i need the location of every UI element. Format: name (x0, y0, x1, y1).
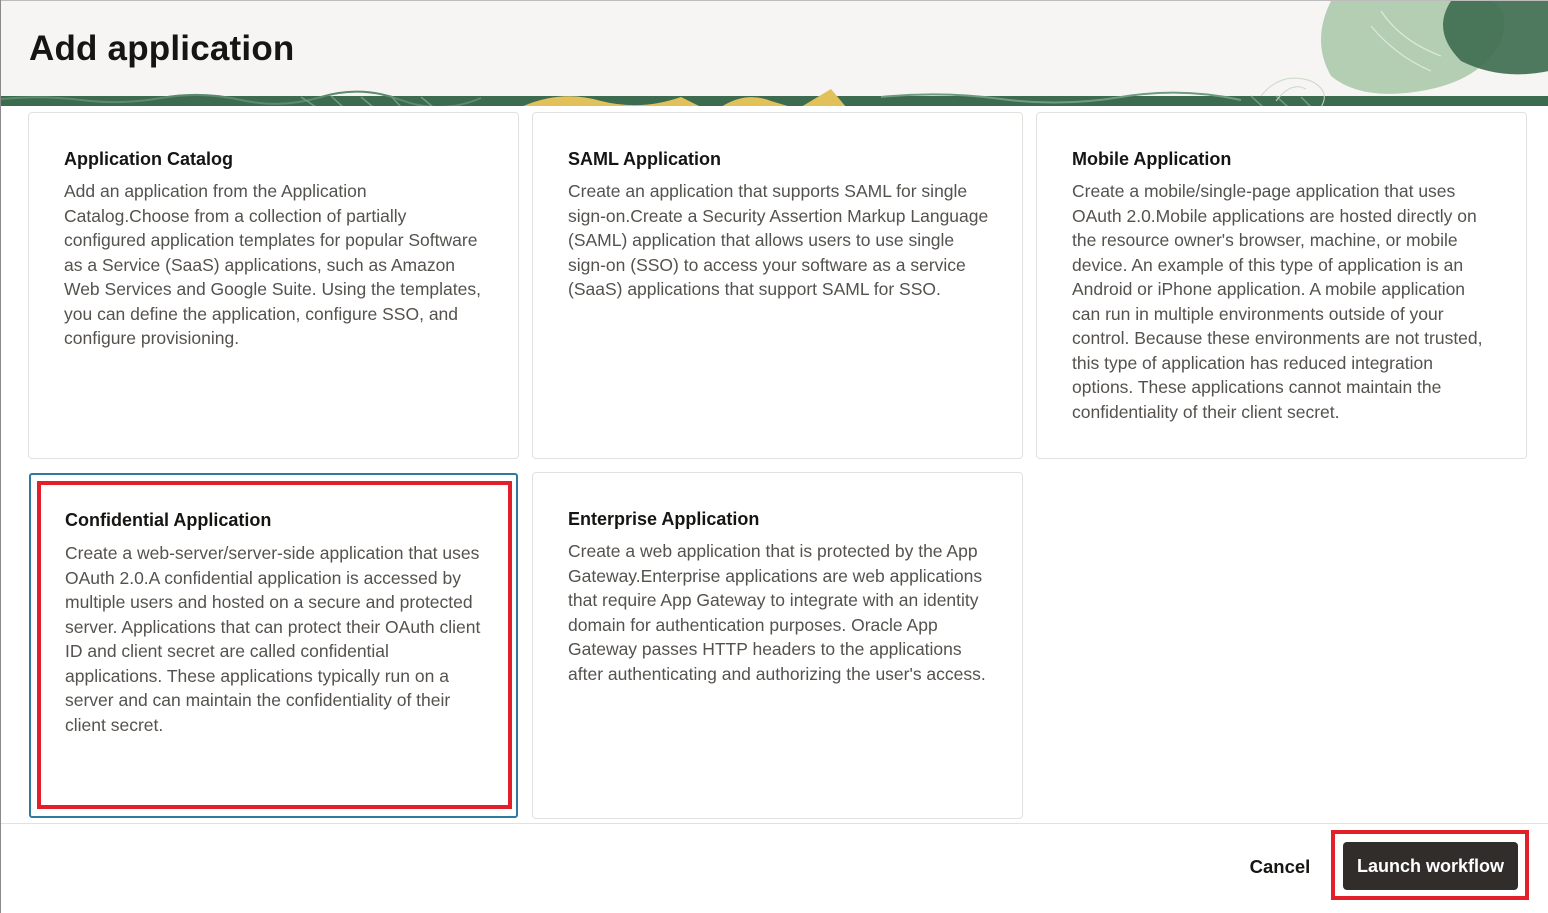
cancel-button[interactable]: Cancel (1237, 845, 1323, 889)
card-title: Confidential Application (65, 510, 272, 530)
card-description: Create a mobile/single-page application … (1072, 181, 1483, 422)
add-application-dialog: Add application Application Catalog Add … (0, 0, 1548, 913)
card-title: Mobile Application (1072, 149, 1232, 169)
card-saml-application[interactable]: SAML Application Create an application t… (532, 112, 1023, 459)
card-title: Enterprise Application (568, 509, 760, 529)
card-description: Create an application that supports SAML… (568, 181, 989, 299)
card-title: Application Catalog (64, 149, 234, 169)
launch-workflow-button[interactable]: Launch workflow (1343, 842, 1518, 890)
card-description: Add an application from the Application … (64, 181, 481, 348)
page-title: Add application (29, 29, 295, 68)
card-application-catalog[interactable]: Application Catalog Add an application f… (28, 112, 519, 459)
card-enterprise-application[interactable]: Enterprise Application Create a web appl… (532, 472, 1023, 819)
card-confidential-application[interactable]: Confidential Application Create a web-se… (29, 473, 518, 818)
card-title: SAML Application (568, 149, 721, 169)
card-mobile-application[interactable]: Mobile Application Create a mobile/singl… (1036, 112, 1527, 459)
dialog-header: Add application (1, 0, 1548, 106)
card-description: Create a web-server/server-side applicat… (65, 543, 481, 735)
card-description: Create a web application that is protect… (568, 541, 986, 684)
